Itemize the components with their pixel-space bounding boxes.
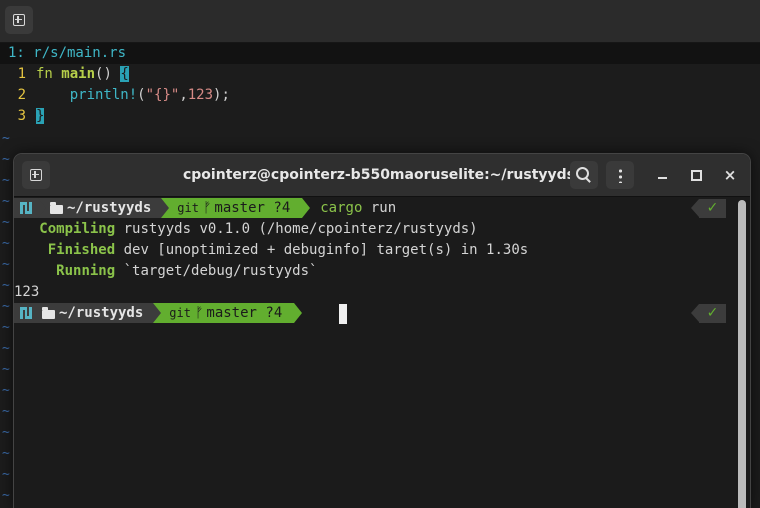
shell-prompt: ~/rustyyds git ᚠ master ?4 cargo run [14,198,396,218]
os-segment [14,198,38,218]
terminal-window[interactable]: cpointerz@cpointerz-b550maoruselite:~/ru… [13,153,751,508]
directory-segment: ~/rustyyds [46,198,162,218]
tilde-marker: ~ [2,215,10,230]
command-argument: run [370,200,397,216]
code-paren-open: ( [137,87,146,103]
new-tab-icon [13,14,25,26]
output-text: rustyyds v0.1.0 (/home/cpointerz/rustyyd… [123,221,478,237]
code-parens: () [95,66,112,82]
editor-titlebar [0,0,760,43]
tilde-marker: ~ [2,362,10,377]
tilde-marker: ~ [2,320,10,335]
git-segment: git ᚠ master ?4 [169,198,303,218]
code-keyword: fn [36,66,53,82]
tilde-marker: ~ [2,131,10,146]
shell-prompt: ~/rustyyds git ᚠ master ?4 [14,303,303,323]
git-branch-status: master ?4 [206,305,283,321]
tilde-marker: ~ [2,173,10,188]
terminal-cursor[interactable] [339,304,347,324]
output-line: Compiling rustyyds v0.1.0 (/home/cpointe… [14,219,478,240]
close-icon: × [723,166,737,184]
code-function-name: main [61,66,96,82]
line-number: 3 [17,108,26,124]
minimize-button[interactable] [652,165,672,185]
directory-path: ~/rustyyds [59,305,144,321]
tilde-marker: ~ [2,404,10,419]
code-brace-highlight: { [120,66,129,82]
line-number: 1 [17,66,26,82]
branch-icon: ᚠ [194,305,204,321]
tilde-marker: ~ [2,299,10,314]
git-label: git [169,306,191,320]
output-status-label: Finished [47,242,116,258]
maximize-button[interactable] [686,165,706,185]
output-line: Running `target/debug/rustyyds` [14,261,317,282]
code-comma: , [179,87,188,103]
terminal-title: cpointerz@cpointerz-b550maoruselite:~/ru… [182,167,576,183]
output-text: dev [unoptimized + debuginfo] target(s) … [123,242,529,258]
checkmark-icon: ✓ [706,200,719,216]
terminal-header: cpointerz@cpointerz-b550maoruselite:~/ru… [14,154,750,197]
status-ok-badge: ✓ [691,304,726,323]
search-button[interactable] [570,161,598,189]
code-number: 123 [187,87,214,103]
code-line-1[interactable]: 1 fn main() { [0,64,129,85]
tilde-marker: ~ [2,446,10,461]
tilde-marker: ~ [2,257,10,272]
output-line: Finished dev [unoptimized + debuginfo] t… [14,240,528,261]
tilde-marker: ~ [2,278,10,293]
tilde-marker: ~ [2,194,10,209]
command-name: cargo [320,200,363,216]
directory-path: ~/rustyyds [67,200,152,216]
terminal-scrollbar[interactable] [738,200,746,508]
code-line-2[interactable]: 2 println!("{}",123); [0,85,230,106]
git-label: git [177,201,199,215]
code-paren-close: ); [213,87,230,103]
git-segment: git ᚠ master ?4 [161,303,295,323]
branch-icon: ᚠ [202,200,212,216]
output-text: `target/debug/rustyyds` [123,263,318,279]
close-button[interactable]: × [720,165,740,185]
line-number: 2 [17,87,26,103]
checkmark-icon: ✓ [706,305,719,321]
code-macro: println! [69,87,138,103]
new-tab-button[interactable] [5,6,33,34]
tilde-marker: ~ [2,152,10,167]
directory-segment: ~/rustyyds [38,303,154,323]
kebab-menu-icon [618,167,622,183]
vim-tabline[interactable]: 1: r/s/main.rs [0,43,760,64]
tilde-marker: ~ [2,383,10,398]
tilde-marker: ~ [2,341,10,356]
manjaro-logo-icon [20,307,32,319]
git-branch-status: master ?4 [214,200,291,216]
program-output: 123 [14,284,40,300]
terminal-new-tab-button[interactable] [22,161,50,189]
manjaro-logo-icon [20,202,32,214]
folder-icon [42,306,55,319]
tilde-marker: ~ [2,236,10,251]
os-segment [14,303,38,323]
output-status-label: Compiling [39,221,116,237]
new-tab-icon [30,169,42,181]
code-line-3[interactable]: 3} [0,106,45,127]
maximize-icon [690,169,702,181]
search-icon [575,166,589,180]
minimize-icon [657,177,667,179]
output-status-label: Running [56,263,116,279]
menu-button[interactable] [606,161,634,189]
folder-icon [50,201,63,214]
code-brace-highlight: } [36,108,45,124]
code-string: "{}" [145,87,180,103]
tilde-marker: ~ [2,488,10,503]
tilde-marker: ~ [2,467,10,482]
status-ok-badge: ✓ [691,199,726,218]
tilde-marker: ~ [2,425,10,440]
